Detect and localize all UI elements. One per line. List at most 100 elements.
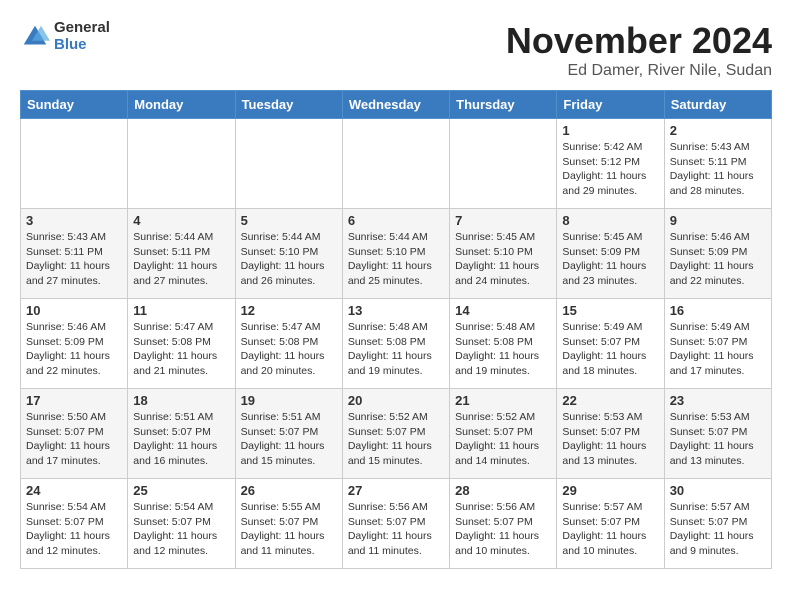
day-number: 9 (670, 213, 766, 228)
calendar-day-cell: 30 Sunrise: 5:57 AM Sunset: 5:07 PM Dayli… (664, 479, 771, 569)
logo-general-text: General (54, 20, 110, 37)
calendar-day-cell: 25 Sunrise: 5:54 AM Sunset: 5:07 PM Dayli… (128, 479, 235, 569)
day-info: Sunrise: 5:45 AM Sunset: 5:10 PM Dayligh… (455, 230, 551, 289)
day-info: Sunrise: 5:47 AM Sunset: 5:08 PM Dayligh… (241, 320, 337, 379)
day-info: Sunrise: 5:53 AM Sunset: 5:07 PM Dayligh… (562, 410, 658, 469)
calendar-day-cell: 16 Sunrise: 5:49 AM Sunset: 5:07 PM Dayli… (664, 299, 771, 389)
day-number: 3 (26, 213, 122, 228)
day-number: 8 (562, 213, 658, 228)
day-number: 11 (133, 303, 229, 318)
calendar-day-cell (235, 119, 342, 209)
day-number: 2 (670, 123, 766, 138)
day-number: 6 (348, 213, 444, 228)
day-info: Sunrise: 5:51 AM Sunset: 5:07 PM Dayligh… (241, 410, 337, 469)
day-info: Sunrise: 5:56 AM Sunset: 5:07 PM Dayligh… (348, 500, 444, 559)
day-info: Sunrise: 5:50 AM Sunset: 5:07 PM Dayligh… (26, 410, 122, 469)
calendar-day-cell: 17Sunrise: 5:50 AM Sunset: 5:07 PM Dayli… (21, 389, 128, 479)
day-info: Sunrise: 5:43 AM Sunset: 5:11 PM Dayligh… (26, 230, 122, 289)
day-info: Sunrise: 5:47 AM Sunset: 5:08 PM Dayligh… (133, 320, 229, 379)
day-info: Sunrise: 5:44 AM Sunset: 5:10 PM Dayligh… (241, 230, 337, 289)
weekday-header-cell: Saturday (664, 91, 771, 119)
day-info: Sunrise: 5:49 AM Sunset: 5:07 PM Dayligh… (562, 320, 658, 379)
day-number: 1 (562, 123, 658, 138)
calendar-week-row: 1 Sunrise: 5:42 AM Sunset: 5:12 PM Daylig… (21, 119, 772, 209)
calendar-day-cell: 9 Sunrise: 5:46 AM Sunset: 5:09 PM Daylig… (664, 209, 771, 299)
weekday-header-cell: Friday (557, 91, 664, 119)
calendar-day-cell (21, 119, 128, 209)
weekday-header-cell: Wednesday (342, 91, 449, 119)
calendar-day-cell: 18 Sunrise: 5:51 AM Sunset: 5:07 PM Dayli… (128, 389, 235, 479)
day-number: 13 (348, 303, 444, 318)
weekday-header-cell: Sunday (21, 91, 128, 119)
calendar-day-cell: 19 Sunrise: 5:51 AM Sunset: 5:07 PM Dayli… (235, 389, 342, 479)
day-info: Sunrise: 5:44 AM Sunset: 5:11 PM Dayligh… (133, 230, 229, 289)
weekday-header-cell: Tuesday (235, 91, 342, 119)
calendar-day-cell: 24Sunrise: 5:54 AM Sunset: 5:07 PM Dayli… (21, 479, 128, 569)
calendar-day-cell: 2Sunrise: 5:43 AM Sunset: 5:11 PM Daylig… (664, 119, 771, 209)
day-number: 25 (133, 483, 229, 498)
logo: General Blue (20, 20, 110, 53)
day-number: 23 (670, 393, 766, 408)
day-info: Sunrise: 5:48 AM Sunset: 5:08 PM Dayligh… (455, 320, 551, 379)
location-title: Ed Damer, River Nile, Sudan (506, 62, 772, 80)
day-number: 12 (241, 303, 337, 318)
calendar-day-cell: 28 Sunrise: 5:56 AM Sunset: 5:07 PM Dayli… (450, 479, 557, 569)
day-number: 28 (455, 483, 551, 498)
calendar-table: SundayMondayTuesdayWednesdayThursdayFrid… (20, 90, 772, 569)
day-info: Sunrise: 5:56 AM Sunset: 5:07 PM Dayligh… (455, 500, 551, 559)
day-info: Sunrise: 5:46 AM Sunset: 5:09 PM Dayligh… (670, 230, 766, 289)
calendar-day-cell: 1 Sunrise: 5:42 AM Sunset: 5:12 PM Daylig… (557, 119, 664, 209)
calendar-week-row: 24Sunrise: 5:54 AM Sunset: 5:07 PM Dayli… (21, 479, 772, 569)
day-info: Sunrise: 5:53 AM Sunset: 5:07 PM Dayligh… (670, 410, 766, 469)
day-info: Sunrise: 5:42 AM Sunset: 5:12 PM Dayligh… (562, 140, 658, 199)
day-info: Sunrise: 5:57 AM Sunset: 5:07 PM Dayligh… (562, 500, 658, 559)
calendar-day-cell: 13 Sunrise: 5:48 AM Sunset: 5:08 PM Dayli… (342, 299, 449, 389)
month-title: November 2024 (506, 20, 772, 62)
calendar-body: 1 Sunrise: 5:42 AM Sunset: 5:12 PM Daylig… (21, 119, 772, 569)
day-number: 27 (348, 483, 444, 498)
day-info: Sunrise: 5:48 AM Sunset: 5:08 PM Dayligh… (348, 320, 444, 379)
day-number: 21 (455, 393, 551, 408)
calendar-week-row: 10Sunrise: 5:46 AM Sunset: 5:09 PM Dayli… (21, 299, 772, 389)
day-info: Sunrise: 5:52 AM Sunset: 5:07 PM Dayligh… (348, 410, 444, 469)
day-info: Sunrise: 5:52 AM Sunset: 5:07 PM Dayligh… (455, 410, 551, 469)
day-info: Sunrise: 5:57 AM Sunset: 5:07 PM Dayligh… (670, 500, 766, 559)
calendar-day-cell: 15 Sunrise: 5:49 AM Sunset: 5:07 PM Dayli… (557, 299, 664, 389)
calendar-day-cell: 4 Sunrise: 5:44 AM Sunset: 5:11 PM Daylig… (128, 209, 235, 299)
logo-blue-text: Blue (54, 37, 110, 54)
calendar-day-cell: 6 Sunrise: 5:44 AM Sunset: 5:10 PM Daylig… (342, 209, 449, 299)
day-number: 19 (241, 393, 337, 408)
day-info: Sunrise: 5:55 AM Sunset: 5:07 PM Dayligh… (241, 500, 337, 559)
day-number: 29 (562, 483, 658, 498)
calendar-day-cell: 10Sunrise: 5:46 AM Sunset: 5:09 PM Dayli… (21, 299, 128, 389)
day-info: Sunrise: 5:51 AM Sunset: 5:07 PM Dayligh… (133, 410, 229, 469)
day-number: 18 (133, 393, 229, 408)
calendar-week-row: 17Sunrise: 5:50 AM Sunset: 5:07 PM Dayli… (21, 389, 772, 479)
day-number: 7 (455, 213, 551, 228)
day-info: Sunrise: 5:46 AM Sunset: 5:09 PM Dayligh… (26, 320, 122, 379)
weekday-header-cell: Monday (128, 91, 235, 119)
calendar-day-cell: 22 Sunrise: 5:53 AM Sunset: 5:07 PM Dayli… (557, 389, 664, 479)
calendar-day-cell: 8Sunrise: 5:45 AM Sunset: 5:09 PM Daylig… (557, 209, 664, 299)
calendar-day-cell (128, 119, 235, 209)
day-number: 15 (562, 303, 658, 318)
title-area: November 2024 Ed Damer, River Nile, Suda… (506, 20, 772, 80)
day-number: 4 (133, 213, 229, 228)
calendar-day-cell: 5Sunrise: 5:44 AM Sunset: 5:10 PM Daylig… (235, 209, 342, 299)
day-info: Sunrise: 5:44 AM Sunset: 5:10 PM Dayligh… (348, 230, 444, 289)
calendar-day-cell: 23 Sunrise: 5:53 AM Sunset: 5:07 PM Dayli… (664, 389, 771, 479)
day-number: 26 (241, 483, 337, 498)
weekday-header-cell: Thursday (450, 91, 557, 119)
calendar-day-cell: 7 Sunrise: 5:45 AM Sunset: 5:10 PM Daylig… (450, 209, 557, 299)
day-number: 30 (670, 483, 766, 498)
day-number: 22 (562, 393, 658, 408)
calendar-day-cell: 12 Sunrise: 5:47 AM Sunset: 5:08 PM Dayli… (235, 299, 342, 389)
day-number: 14 (455, 303, 551, 318)
calendar-week-row: 3 Sunrise: 5:43 AM Sunset: 5:11 PM Daylig… (21, 209, 772, 299)
calendar-day-cell: 21 Sunrise: 5:52 AM Sunset: 5:07 PM Dayli… (450, 389, 557, 479)
day-info: Sunrise: 5:49 AM Sunset: 5:07 PM Dayligh… (670, 320, 766, 379)
day-info: Sunrise: 5:54 AM Sunset: 5:07 PM Dayligh… (26, 500, 122, 559)
day-number: 16 (670, 303, 766, 318)
calendar-day-cell: 3 Sunrise: 5:43 AM Sunset: 5:11 PM Daylig… (21, 209, 128, 299)
day-info: Sunrise: 5:54 AM Sunset: 5:07 PM Dayligh… (133, 500, 229, 559)
